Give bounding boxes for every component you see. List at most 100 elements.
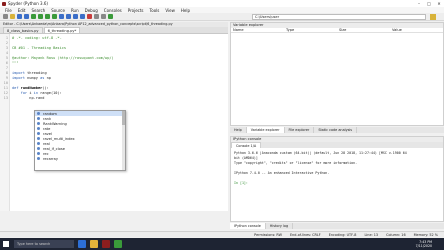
function-icon [37,147,40,150]
status-line: Line: 13 [364,232,379,237]
ipython-console-panel[interactable]: IPython console Console 1/A Python 3.6.6… [230,136,444,222]
menu-consoles[interactable]: Consoles [104,8,122,13]
autocomplete-label: ravel [43,131,53,136]
menu-projects[interactable]: Projects [128,8,144,13]
autocomplete-label: real [43,141,50,146]
function-icon [37,127,40,130]
variable-explorer-columns: Name Type Size Value [231,28,443,33]
tab-history-log[interactable]: History log [266,223,294,229]
autocomplete-label: ravel_multi_index [43,136,75,141]
menu-debug[interactable]: Debug [85,8,98,13]
status-eol: End-of-lines: CRLF [290,232,321,237]
code-token: CB #01 - Threading Basics [12,46,67,50]
code-text: np.rand [12,96,44,101]
function-icon [37,132,40,135]
status-encoding: Encoding: UTF-8 [328,232,357,237]
menu-source[interactable]: Source [51,8,65,13]
minimize-button[interactable]: – [414,0,424,7]
spyder-taskbar-icon[interactable] [102,240,110,248]
tab-ipython-console[interactable]: IPython console [230,223,266,229]
menu-run[interactable]: Run [71,8,79,13]
column-size[interactable]: Size [337,28,390,32]
menu-search[interactable]: Search [31,8,45,13]
run-icon[interactable] [31,14,36,19]
variable-explorer-panel: Variable explorer Name Type Size Value [230,22,444,126]
code-token: np.rand [12,96,45,100]
autocomplete-scroll-thumb[interactable] [122,111,125,125]
main-toolbar: C:\Users\user [0,13,444,21]
code-token: @author: Mayank Rasu (http://rasuquant.c… [12,56,114,60]
status-column: Column: 16 [386,232,406,237]
python-path-icon[interactable] [108,14,113,19]
spyder-logo-icon [2,1,6,6]
step-return-icon[interactable] [80,14,85,19]
maximize-pane-icon[interactable] [94,14,99,19]
line-number: 13 [3,96,8,100]
menu-tools[interactable]: Tools [150,8,160,13]
function-icon [37,137,40,140]
file-explorer-icon[interactable] [90,240,98,248]
close-button[interactable]: ✕ [434,0,444,7]
windows-logo-icon [3,241,9,247]
console-bottom-tabs: IPython console History log [230,223,444,229]
editor-tab[interactable]: 8_class_basics.py [3,27,43,33]
code-token: numpy [24,76,41,80]
windows-taskbar: Type here to search 7:43 PM 7/11/2020 [0,238,444,250]
code-line[interactable]: 13 np.rand [0,96,228,101]
menu-view[interactable]: View [165,8,175,13]
autocomplete-scrollbar[interactable] [122,111,125,170]
code-token: for [12,91,28,95]
status-memory: Memory: 52 % [413,232,438,237]
code-token: (): [42,86,49,90]
function-icon [37,157,40,160]
function-icon [37,142,40,145]
autocomplete-item[interactable]: recarray [35,156,125,161]
browse-folder-icon[interactable] [430,14,436,20]
editor-tabs: 8_class_basics.py 6_threading.py* [0,27,228,34]
autocomplete-label: rec [43,151,49,156]
taskbar-clock[interactable]: 7:43 PM 7/11/2020 [416,240,432,248]
debug-icon[interactable] [59,14,64,19]
run-cell-icon[interactable] [38,14,43,19]
code-token: threading [24,71,47,75]
maximize-button[interactable]: □ [424,0,434,7]
save-all-icon[interactable] [24,14,29,19]
autocomplete-label: RankWarning [43,121,67,126]
run-cell-advance-icon[interactable] [45,14,50,19]
autocomplete-label: random [43,111,57,116]
autocomplete-popup[interactable]: random rank RankWarning rate ravel ravel_mult… [34,110,126,171]
editor-tab-active[interactable]: 6_threading.py* [43,27,81,33]
code-token: import [12,76,25,80]
window-title: Spyder (Python 3.6) [8,1,48,6]
stop-debug-icon[interactable] [87,14,92,19]
start-button[interactable] [0,238,12,250]
console-tab[interactable]: Console 1/A [231,142,262,148]
new-file-icon[interactable] [3,14,8,19]
status-bar: Permissions: RW End-of-lines: CRLF Encod… [0,231,444,237]
edge-browser-icon[interactable] [78,240,86,248]
taskbar-search-input[interactable]: Type here to search [14,240,74,248]
tab-static-analysis[interactable]: Static code analysis [314,127,358,133]
column-value[interactable]: Value [390,28,443,32]
working-directory-input[interactable]: C:\Users\user [252,14,426,20]
excel-icon[interactable] [114,240,122,248]
save-icon[interactable] [17,14,22,19]
tab-help[interactable]: Help [230,127,247,133]
column-type[interactable]: Type [284,28,337,32]
menu-edit[interactable]: Edit [18,8,26,13]
run-selection-icon[interactable] [52,14,57,19]
open-folder-icon[interactable] [10,14,15,19]
code-token: range(10): [37,91,62,95]
console-output[interactable]: Python 3.6.6 |Anaconda custom (64-bit)| … [231,148,443,189]
menu-file[interactable]: File [5,8,12,13]
step-icon[interactable] [66,14,71,19]
menu-help[interactable]: Help [181,8,190,13]
preferences-icon[interactable] [101,14,106,19]
tab-file-explorer[interactable]: File explorer [285,127,315,133]
tab-variable-explorer[interactable]: Variable explorer [246,127,285,133]
window-controls: – □ ✕ [414,0,444,7]
function-icon [37,117,40,120]
column-name[interactable]: Name [231,28,284,32]
autocomplete-label: recarray [43,156,59,161]
step-into-icon[interactable] [73,14,78,19]
